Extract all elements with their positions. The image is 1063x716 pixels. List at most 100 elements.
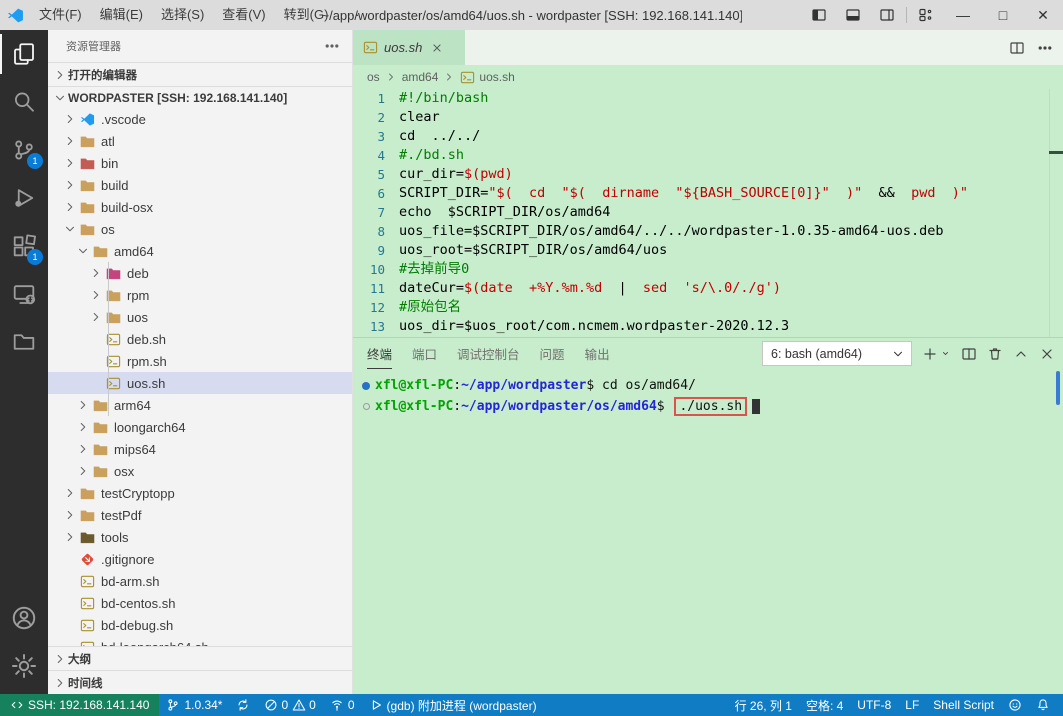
activity-bar-run-and-debug[interactable] bbox=[0, 174, 48, 222]
status-feedback[interactable] bbox=[1001, 694, 1029, 716]
tree-item-os[interactable]: os bbox=[48, 218, 352, 240]
tree-item-amd64[interactable]: amd64 bbox=[48, 240, 352, 262]
tree-item-build-osx[interactable]: build-osx bbox=[48, 196, 352, 218]
open-editors-section[interactable]: 打开的编辑器 bbox=[48, 62, 352, 86]
tree-item-bd-debug-sh[interactable]: bd-debug.sh bbox=[48, 614, 352, 636]
split-editor-icon[interactable] bbox=[1009, 40, 1025, 56]
tree-item-label: rpm bbox=[127, 287, 150, 303]
code-text: uos_dir=$uos_root/com.ncmem.wordpaster-2… bbox=[399, 318, 790, 334]
terminal-dropdown-icon[interactable] bbox=[940, 348, 951, 359]
tree-item-atl[interactable]: atl bbox=[48, 130, 352, 152]
panel-tab-端口[interactable]: 端口 bbox=[412, 338, 437, 369]
toggle-panel-icon[interactable] bbox=[836, 0, 870, 30]
chevron-right-icon bbox=[75, 420, 91, 434]
overview-ruler[interactable] bbox=[1049, 89, 1063, 337]
tree-item-mips64[interactable]: mips64 bbox=[48, 438, 352, 460]
tree-item-build[interactable]: build bbox=[48, 174, 352, 196]
status-problems[interactable]: 00 bbox=[257, 694, 322, 716]
close-tab-icon[interactable] bbox=[430, 41, 444, 55]
terminal-scrollbar[interactable] bbox=[1056, 371, 1060, 405]
status-eol[interactable]: LF bbox=[898, 694, 926, 716]
tree-item-osx[interactable]: osx bbox=[48, 460, 352, 482]
chevron-right-icon bbox=[88, 288, 104, 302]
tree-item-bin[interactable]: bin bbox=[48, 152, 352, 174]
folder-icon bbox=[78, 201, 96, 214]
close-button[interactable]: ✕ bbox=[1023, 0, 1063, 30]
status-notifications[interactable] bbox=[1029, 694, 1057, 716]
breadcrumb-item[interactable]: os bbox=[367, 70, 380, 84]
workspace-root[interactable]: WORDPASTER [SSH: 192.168.141.140] bbox=[48, 86, 352, 108]
tree-item-testcryptopp[interactable]: testCryptopp bbox=[48, 482, 352, 504]
editor-more-actions-icon[interactable] bbox=[1037, 40, 1053, 56]
status-ports[interactable]: 0 bbox=[323, 694, 362, 716]
status-encoding[interactable]: UTF-8 bbox=[850, 694, 898, 716]
activity-bar-folder-library[interactable] bbox=[0, 318, 48, 366]
breadcrumb-item[interactable]: amd64 bbox=[402, 70, 439, 84]
status-git-branch[interactable]: 1.0.34* bbox=[159, 694, 229, 716]
menu-item[interactable]: 文件(F) bbox=[30, 0, 91, 30]
tree-item-bd-arm-sh[interactable]: bd-arm.sh bbox=[48, 570, 352, 592]
status-remote-host[interactable]: SSH: 192.168.141.140 bbox=[0, 694, 160, 716]
tree-item--gitignore[interactable]: .gitignore bbox=[48, 548, 352, 570]
more-actions-icon[interactable] bbox=[324, 38, 340, 54]
bottom-panel: 终端 端口 调试控制台 问题 输出 6: bash (amd64) xfl@xf… bbox=[353, 338, 1063, 694]
tree-item-label: .vscode bbox=[101, 111, 146, 127]
split-terminal-icon[interactable] bbox=[961, 346, 977, 362]
tree-item-deb-sh[interactable]: deb.sh bbox=[48, 328, 352, 350]
maximize-panel-icon[interactable] bbox=[1013, 346, 1029, 362]
tree-item-tools[interactable]: tools bbox=[48, 526, 352, 548]
tree-item-label: uos.sh bbox=[127, 375, 166, 391]
tree-item-rpm[interactable]: rpm bbox=[48, 284, 352, 306]
tree-item-loongarch64[interactable]: loongarch64 bbox=[48, 416, 352, 438]
menu-item[interactable]: 编辑(E) bbox=[91, 0, 152, 30]
tree-item-rpm-sh[interactable]: rpm.sh bbox=[48, 350, 352, 372]
debug-alt-icon bbox=[12, 186, 36, 210]
tree-item-uos-sh[interactable]: uos.sh bbox=[48, 372, 352, 394]
tree-item-deb[interactable]: deb bbox=[48, 262, 352, 284]
activity-bar-accounts[interactable] bbox=[0, 594, 48, 642]
tree-item-uos[interactable]: uos bbox=[48, 306, 352, 328]
tree-item-label: deb bbox=[127, 265, 149, 281]
panel-tab-调试控制台[interactable]: 调试控制台 bbox=[457, 338, 520, 369]
status-indentation[interactable]: 空格: 4 bbox=[799, 694, 850, 716]
terminal[interactable]: xfl@xfl-PC: ~/app/wordpaster $ cd os/amd64… bbox=[353, 369, 1063, 694]
activity-bar-explorer[interactable] bbox=[0, 30, 48, 78]
new-terminal-icon[interactable] bbox=[922, 346, 938, 362]
terminal-select[interactable]: 6: bash (amd64) bbox=[762, 341, 912, 366]
chevron-right-icon bbox=[62, 200, 78, 214]
customize-layout-icon[interactable] bbox=[909, 0, 943, 30]
timeline-section[interactable]: 时间线 bbox=[48, 670, 352, 694]
minimize-button[interactable]: — bbox=[943, 0, 983, 30]
panel-tab-输出[interactable]: 输出 bbox=[585, 338, 610, 369]
outline-section[interactable]: 大纲 bbox=[48, 646, 352, 670]
tab-bar: uos.sh bbox=[353, 30, 1063, 65]
status-language-mode[interactable]: Shell Script bbox=[926, 694, 1001, 716]
code-editor[interactable]: 1 #!/bin/bash 2 clear 3 cd ../../ 4 #./bd.sh 5 cu… bbox=[353, 89, 1063, 338]
close-panel-icon[interactable] bbox=[1039, 346, 1055, 362]
tree-item-arm64[interactable]: arm64 bbox=[48, 394, 352, 416]
tree-item--vscode[interactable]: .vscode bbox=[48, 108, 352, 130]
activity-bar-extensions[interactable]: 1 bbox=[0, 222, 48, 270]
status-sync[interactable] bbox=[229, 694, 257, 716]
maximize-button[interactable]: □ bbox=[983, 0, 1023, 30]
activity-bar-source-control[interactable]: 1 bbox=[0, 126, 48, 174]
tree-item-testpdf[interactable]: testPdf bbox=[48, 504, 352, 526]
toggle-sidebar-icon[interactable] bbox=[802, 0, 836, 30]
chevron-right-icon bbox=[88, 310, 104, 324]
debug-play-icon bbox=[369, 698, 383, 712]
tab-uos-sh[interactable]: uos.sh bbox=[353, 30, 465, 65]
menu-item[interactable]: 查看(V) bbox=[213, 0, 274, 30]
tree-item-bd-centos-sh[interactable]: bd-centos.sh bbox=[48, 592, 352, 614]
activity-bar-remote-explorer[interactable] bbox=[0, 270, 48, 318]
toggle-secondary-sidebar-icon[interactable] bbox=[870, 0, 904, 30]
status-debug-session[interactable]: (gdb) 附加进程 (wordpaster) bbox=[362, 694, 544, 716]
panel-tab-终端[interactable]: 终端 bbox=[367, 338, 393, 369]
bell-icon bbox=[1036, 698, 1050, 712]
breadcrumb-item[interactable]: uos.sh bbox=[460, 70, 515, 85]
panel-tab-问题[interactable]: 问题 bbox=[540, 338, 565, 369]
kill-terminal-icon[interactable] bbox=[987, 346, 1003, 362]
activity-bar-search[interactable] bbox=[0, 78, 48, 126]
activity-bar-settings[interactable] bbox=[0, 642, 48, 690]
menu-item[interactable]: 选择(S) bbox=[152, 0, 213, 30]
status-cursor-position[interactable]: 行 26, 列 1 bbox=[728, 694, 799, 716]
